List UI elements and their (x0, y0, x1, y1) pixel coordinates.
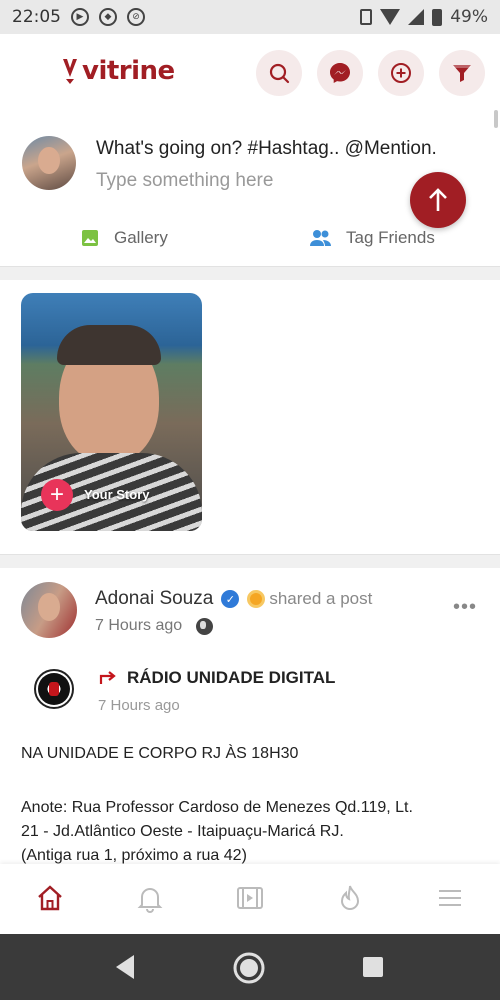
vibrate-icon (360, 9, 373, 25)
post-time-text: 7 Hours ago (95, 617, 183, 634)
filter-button[interactable] (439, 50, 485, 96)
section-divider (0, 266, 500, 280)
gallery-label: Gallery (114, 228, 168, 247)
nav-notifications[interactable] (134, 882, 166, 914)
post-author-name[interactable]: Adonai Souza (95, 588, 213, 610)
shared-post-time: 7 Hours ago (98, 697, 180, 714)
post-composer: What's going on? #Hashtag.. @Mention. Ty… (0, 114, 500, 266)
shield-status-icon: ◆ (99, 8, 117, 26)
add-circle-icon (391, 63, 411, 83)
post-action-text: shared a post (269, 589, 373, 608)
signal-icon (408, 9, 425, 25)
gallery-icon (82, 230, 98, 246)
composer-input[interactable]: Type something here (96, 170, 273, 192)
search-icon (269, 63, 290, 84)
post-text-line: 21 - Jd.Atlântico Oeste - Itaipuaçu-Mari… (21, 823, 344, 840)
status-bar: 22:05 ▶ ◆ ⊘ 49% (0, 0, 500, 34)
recents-icon[interactable] (361, 955, 385, 979)
messenger-button[interactable] (317, 50, 363, 96)
nav-menu[interactable] (434, 882, 466, 914)
bottom-navigation (0, 864, 500, 934)
post-header: Adonai Souza ✓ shared a post (95, 588, 372, 610)
vitrine-logo-icon (62, 57, 78, 85)
your-story-label: Your Story (84, 487, 150, 502)
user-avatar[interactable] (22, 136, 76, 190)
your-story-card[interactable]: + Your Story (21, 293, 202, 531)
shared-page-name: RÁDIO UNIDADE DIGITAL (127, 668, 336, 687)
add-story-icon[interactable]: + (41, 479, 73, 511)
badge-icon (247, 590, 266, 608)
post-text-line: Anote: Rua Professor Cardoso de Menezes … (21, 799, 413, 816)
post-timestamp: 7 Hours ago (95, 617, 214, 635)
post-author-avatar[interactable] (21, 582, 77, 638)
tag-friends-button[interactable]: Tag Friends (310, 228, 435, 248)
nav-home[interactable] (34, 882, 66, 914)
videos-icon (237, 887, 263, 909)
system-navigation-bar (0, 934, 500, 1000)
brand-name: vitrine (82, 56, 175, 86)
post-options-icon[interactable]: ••• (453, 596, 477, 619)
vpn-status-icon: ▶ (71, 8, 89, 26)
notifications-icon (137, 888, 163, 913)
battery-icon (432, 8, 443, 26)
search-button[interactable] (256, 50, 302, 96)
app-header: vitrine (0, 34, 500, 114)
post-text-line: NA UNIDADE E CORPO RJ ÀS 18H30 (21, 745, 299, 762)
arrow-up-icon (429, 188, 447, 211)
verified-icon: ✓ (221, 590, 240, 608)
tag-friends-label: Tag Friends (346, 228, 435, 247)
home-icon (38, 885, 62, 911)
brand-logo[interactable]: vitrine (62, 56, 175, 86)
back-icon[interactable] (112, 951, 136, 983)
trending-icon (340, 885, 360, 910)
blocked-status-icon: ⊘ (127, 8, 145, 26)
share-icon (99, 671, 116, 684)
nav-trending[interactable] (334, 882, 366, 914)
gallery-button[interactable]: Gallery (80, 228, 168, 248)
composer-prompt: What's going on? #Hashtag.. @Mention. (96, 138, 437, 159)
globe-icon (196, 617, 214, 635)
status-time: 22:05 (12, 7, 61, 27)
menu-icon (439, 890, 461, 906)
wifi-icon (380, 9, 401, 25)
filter-icon (453, 65, 471, 82)
create-post-button[interactable] (378, 50, 424, 96)
messenger-icon (330, 63, 350, 83)
home-system-icon[interactable] (232, 951, 266, 985)
battery-percent: 49% (450, 7, 488, 27)
nav-videos[interactable] (234, 882, 266, 914)
friends-icon (310, 230, 331, 246)
shared-page-title[interactable]: RÁDIO UNIDADE DIGITAL (97, 668, 335, 688)
shared-page-avatar[interactable] (34, 669, 74, 709)
story-photo-hair (57, 325, 161, 365)
scroll-top-button[interactable] (410, 172, 466, 228)
section-divider (0, 554, 500, 568)
